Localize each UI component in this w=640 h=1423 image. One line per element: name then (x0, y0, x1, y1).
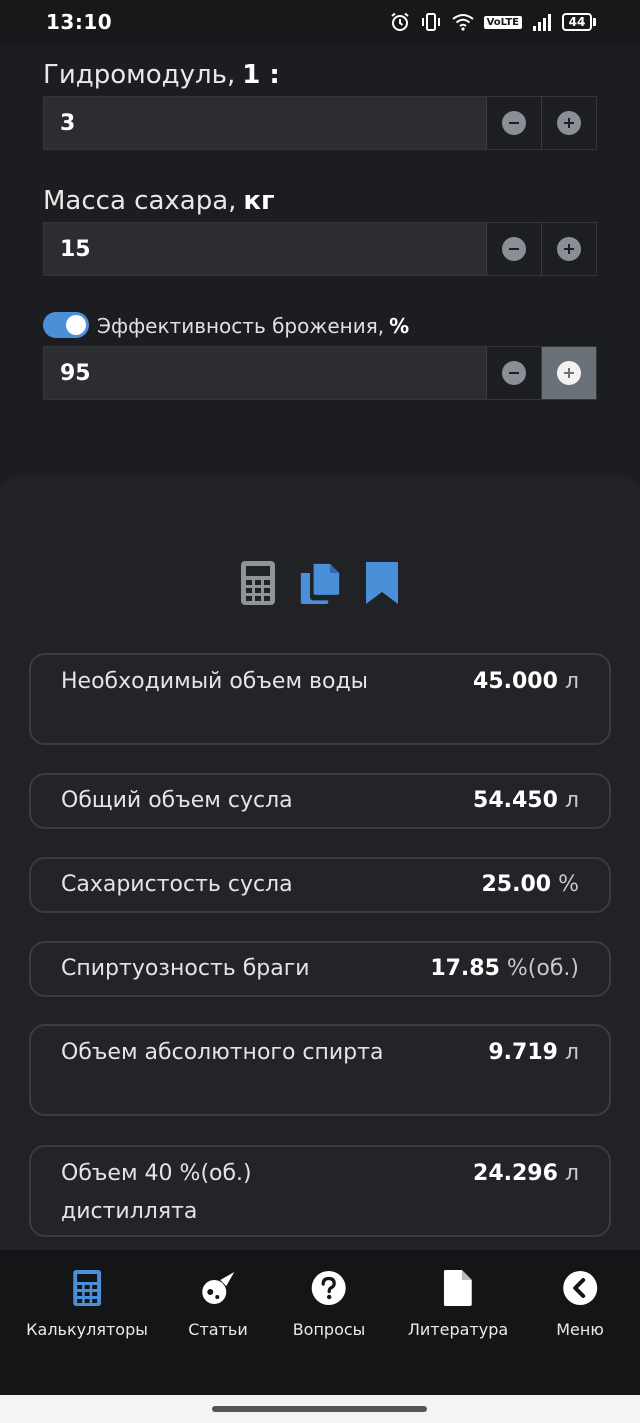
hydromodule-decrement-button[interactable] (486, 97, 541, 149)
nav-item-calculators[interactable]: Калькуляторы (26, 1268, 148, 1339)
nav-label: Калькуляторы (26, 1320, 148, 1339)
result-label: Объем 40 %(об.) дистиллята (61, 1161, 252, 1224)
sugar-mass-field: 15 (43, 222, 597, 276)
sugar-mass-label: Масса сахара, кг (43, 186, 275, 216)
battery-level: 44 (562, 13, 592, 31)
bookmark-icon (366, 562, 398, 604)
efficiency-label-row: Эффективность брожения,% (43, 276, 597, 346)
efficiency-label: Эффективность брожения,% (97, 314, 410, 338)
calculator-icon (241, 561, 275, 605)
battery-icon: 44 (562, 13, 596, 31)
plus-icon (557, 361, 581, 385)
nav-label: Меню (556, 1320, 604, 1339)
nav-item-questions[interactable]: Вопросы (292, 1268, 366, 1339)
calculator-button[interactable] (237, 560, 279, 606)
sugar-mass-input[interactable]: 15 (44, 223, 486, 275)
copy-icon (300, 563, 340, 604)
result-label: Необходимый объем воды (61, 669, 369, 694)
question-icon (311, 1271, 346, 1305)
result-wort-sugar: Сахаристость сусла 25.00 % (29, 857, 611, 913)
efficiency-field: 95 (43, 346, 597, 400)
result-label: Спиртуозность браги (61, 956, 310, 981)
result-value: 9.719 л (488, 1040, 579, 1065)
result-label: Объем абсолютного спирта (61, 1040, 384, 1065)
bottom-nav: Калькуляторы Статьи Вопросы Литература М… (0, 1250, 640, 1395)
calculator-icon (72, 1270, 101, 1306)
result-wort-volume: Общий объем сусла 54.450 л (29, 773, 611, 829)
hydromodule-label: Гидромодуль, 1 : (43, 60, 280, 90)
gesture-bar (0, 1395, 640, 1423)
efficiency-decrement-button[interactable] (486, 347, 541, 399)
result-label: Сахаристость сусла (61, 872, 293, 897)
nav-label: Литература (407, 1320, 509, 1339)
status-time: 13:10 (46, 10, 113, 34)
plus-icon (557, 111, 581, 135)
results-panel: Необходимый объем воды 45.000 л Общий об… (0, 475, 640, 1255)
minus-icon (502, 237, 526, 261)
copy-button[interactable] (299, 560, 341, 606)
result-value: 45.000 л (473, 669, 579, 694)
result-distillate-volume: Объем 40 %(об.) дистиллята 24.296 л (29, 1145, 611, 1237)
sugar-mass-increment-button[interactable] (541, 223, 596, 275)
nav-item-menu[interactable]: Меню (556, 1268, 604, 1339)
document-icon (444, 1270, 472, 1306)
result-value: 25.00 % (481, 872, 580, 897)
sugar-mass-decrement-button[interactable] (486, 223, 541, 275)
efficiency-toggle[interactable] (43, 312, 89, 338)
signal-icon (533, 14, 551, 31)
volte-icon: VoLTE (483, 15, 522, 29)
status-icons: VoLTE 44 (390, 12, 596, 32)
comet-icon (201, 1272, 234, 1304)
result-value: 24.296 л (473, 1161, 579, 1186)
result-value: 17.85 %(об.) (430, 956, 579, 981)
result-mash-abv: Спиртуозность браги 17.85 %(об.) (29, 941, 611, 997)
plus-icon (557, 237, 581, 261)
nav-item-literature[interactable]: Литература (408, 1268, 508, 1339)
nav-item-articles[interactable]: Статьи (188, 1268, 248, 1339)
hydromodule-field: 3 (43, 96, 597, 150)
vibrate-icon (421, 13, 440, 31)
minus-icon (502, 111, 526, 135)
result-water-volume: Необходимый объем воды 45.000 л (29, 653, 611, 745)
chevron-left-icon (562, 1271, 597, 1305)
result-absolute-alcohol: Объем абсолютного спирта 9.719 л (29, 1024, 611, 1116)
result-label: Общий объем сусла (61, 788, 293, 813)
wifi-icon (451, 14, 474, 31)
hydromodule-input[interactable]: 3 (44, 97, 486, 149)
status-bar: 13:10 VoLTE 44 (0, 0, 640, 44)
calculator-form: Гидромодуль, 1 : 3 Масса сахара, кг 15 Э… (43, 44, 597, 400)
results-toolbar (0, 558, 640, 608)
alarm-icon (390, 12, 409, 31)
result-value: 54.450 л (473, 788, 579, 813)
nav-label: Статьи (188, 1320, 248, 1339)
bookmark-button[interactable] (361, 560, 403, 606)
efficiency-input[interactable]: 95 (44, 347, 486, 399)
hydromodule-increment-button[interactable] (541, 97, 596, 149)
efficiency-increment-button[interactable] (541, 347, 596, 399)
home-indicator[interactable] (212, 1406, 427, 1412)
minus-icon (502, 361, 526, 385)
nav-label: Вопросы (292, 1320, 366, 1339)
